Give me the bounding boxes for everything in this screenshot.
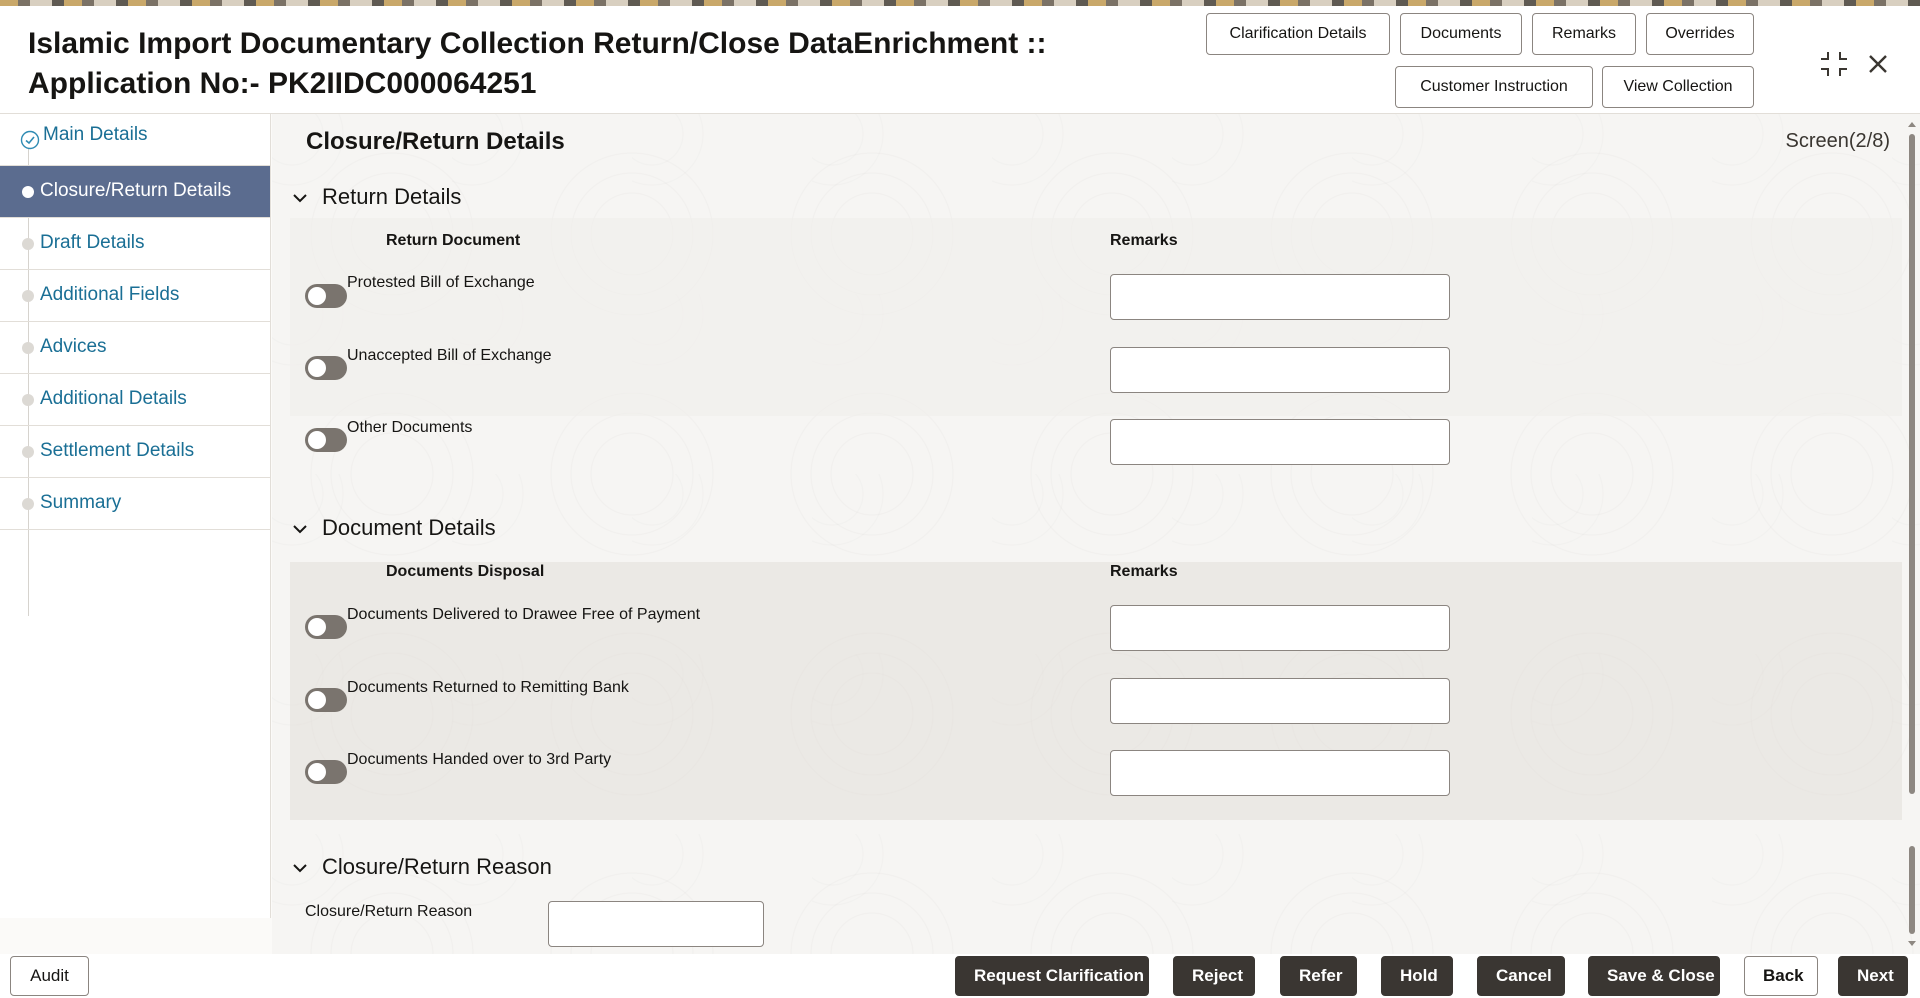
sidebar-item-additional-fields[interactable]: Additional Fields <box>0 270 270 322</box>
sidebar-item-draft-details[interactable]: Draft Details <box>0 218 270 270</box>
closure-reason-input[interactable] <box>548 901 764 947</box>
return-details-panel <box>290 218 1902 416</box>
returned-to-remitting-bank-toggle[interactable] <box>305 688 347 712</box>
toggle-knob <box>308 287 326 305</box>
sidebar-item-label: Main Details <box>43 124 148 145</box>
chevron-down-icon <box>290 188 310 208</box>
document-remarks-column-header: Remarks <box>1110 563 1178 580</box>
check-circle-icon <box>20 130 40 150</box>
protested-bill-label: Protested Bill of Exchange <box>347 274 535 291</box>
sidebar-item-label: Settlement Details <box>40 440 195 461</box>
request-clarification-button[interactable]: Request Clarification <box>955 956 1149 996</box>
toggle-knob <box>308 618 326 636</box>
sidebar-item-settlement-details[interactable]: Settlement Details <box>0 426 270 478</box>
nav-dot-icon <box>22 446 34 458</box>
handed-over-3rd-party-label: Documents Handed over to 3rd Party <box>347 751 612 768</box>
other-documents-remarks-input[interactable] <box>1110 419 1450 465</box>
cancel-button[interactable]: Cancel <box>1477 956 1565 996</box>
unaccepted-bill-remarks-input[interactable] <box>1110 347 1450 393</box>
chevron-down-icon <box>290 858 310 878</box>
sidebar-item-label: Closure/Return Details <box>40 180 232 201</box>
screen-indicator: Screen(2/8) <box>1785 130 1891 152</box>
main-scrollbar[interactable] <box>1906 118 1918 950</box>
delivered-free-of-payment-label: Documents Delivered to Drawee Free of Pa… <box>347 606 701 623</box>
document-details-heading: Document Details <box>322 515 496 540</box>
sidebar-item-label: Advices <box>40 336 107 357</box>
refer-button[interactable]: Refer <box>1280 956 1357 996</box>
sidebar-nav: Main Details Closure/Return Details Draf… <box>0 114 271 918</box>
protested-bill-toggle[interactable] <box>305 284 347 308</box>
scroll-thumb-lower[interactable] <box>1909 846 1915 934</box>
scroll-thumb[interactable] <box>1909 134 1915 794</box>
hold-button[interactable]: Hold <box>1381 956 1453 996</box>
action-footer: Audit Request Clarification Reject Refer… <box>0 954 1920 998</box>
overrides-button[interactable]: Overrides <box>1646 13 1754 55</box>
return-details-heading: Return Details <box>322 184 462 209</box>
sidebar-item-additional-details[interactable]: Additional Details <box>0 374 270 426</box>
unaccepted-bill-toggle[interactable] <box>305 356 347 380</box>
nav-dot-icon <box>22 342 34 354</box>
returned-to-remitting-bank-label: Documents Returned to Remitting Bank <box>347 679 629 696</box>
sidebar-item-label: Summary <box>40 492 122 513</box>
minimize-icon[interactable] <box>1816 46 1852 82</box>
back-button[interactable]: Back <box>1744 956 1818 996</box>
closure-reason-label: Closure/Return Reason <box>305 903 473 920</box>
page-title: Islamic Import Documentary Collection Re… <box>28 24 1178 104</box>
title-line-2: Application No:- PK2IIDC000064251 <box>28 67 537 100</box>
returned-to-remitting-bank-remarks-input[interactable] <box>1110 678 1450 724</box>
section-title: Closure/Return Details <box>306 128 565 155</box>
toggle-knob <box>308 431 326 449</box>
save-close-button[interactable]: Save & Close <box>1588 956 1720 996</box>
toggle-knob <box>308 359 326 377</box>
title-line-1: Islamic Import Documentary Collection Re… <box>28 27 1047 60</box>
scroll-down-icon[interactable] <box>1907 940 1917 948</box>
sidebar-item-closure-return-details[interactable]: Closure/Return Details <box>0 166 270 218</box>
toggle-knob <box>308 691 326 709</box>
handed-over-3rd-party-remarks-input[interactable] <box>1110 750 1450 796</box>
sidebar-item-label: Draft Details <box>40 232 145 253</box>
next-button[interactable]: Next <box>1838 956 1908 996</box>
nav-dot-icon <box>22 290 34 302</box>
other-documents-label: Other Documents <box>347 419 473 436</box>
delivered-free-of-payment-toggle[interactable] <box>305 615 347 639</box>
return-remarks-column-header: Remarks <box>1110 232 1178 249</box>
audit-button[interactable]: Audit <box>10 956 89 996</box>
scroll-up-icon[interactable] <box>1907 120 1917 128</box>
view-collection-button[interactable]: View Collection <box>1602 66 1754 108</box>
nav-dot-icon <box>22 394 34 406</box>
sidebar-item-main-details[interactable]: Main Details <box>0 114 270 166</box>
sidebar-item-advices[interactable]: Advices <box>0 322 270 374</box>
nav-dot-icon <box>22 238 34 250</box>
nav-dot-icon <box>22 498 34 510</box>
clarification-details-button[interactable]: Clarification Details <box>1206 13 1390 55</box>
sidebar-item-label: Additional Details <box>40 388 187 409</box>
closure-reason-heading: Closure/Return Reason <box>322 854 552 879</box>
customer-instruction-button[interactable]: Customer Instruction <box>1395 66 1593 108</box>
documents-disposal-column-header: Documents Disposal <box>386 563 545 580</box>
remarks-button[interactable]: Remarks <box>1532 13 1636 55</box>
other-documents-toggle[interactable] <box>305 428 347 452</box>
documents-button[interactable]: Documents <box>1400 13 1522 55</box>
sidebar-item-label: Additional Fields <box>40 284 180 305</box>
chevron-down-icon <box>290 519 310 539</box>
return-document-column-header: Return Document <box>386 232 521 249</box>
nav-active-dot-icon <box>22 186 34 198</box>
handed-over-3rd-party-toggle[interactable] <box>305 760 347 784</box>
toggle-knob <box>308 763 326 781</box>
delivered-free-of-payment-remarks-input[interactable] <box>1110 605 1450 651</box>
protested-bill-remarks-input[interactable] <box>1110 274 1450 320</box>
main-content: Closure/Return Details Screen(2/8) Retur… <box>272 114 1920 954</box>
reject-button[interactable]: Reject <box>1173 956 1255 996</box>
sidebar-item-summary[interactable]: Summary <box>0 478 270 530</box>
close-icon[interactable] <box>1860 46 1896 82</box>
unaccepted-bill-label: Unaccepted Bill of Exchange <box>347 347 552 364</box>
page-header: Islamic Import Documentary Collection Re… <box>0 6 1920 114</box>
